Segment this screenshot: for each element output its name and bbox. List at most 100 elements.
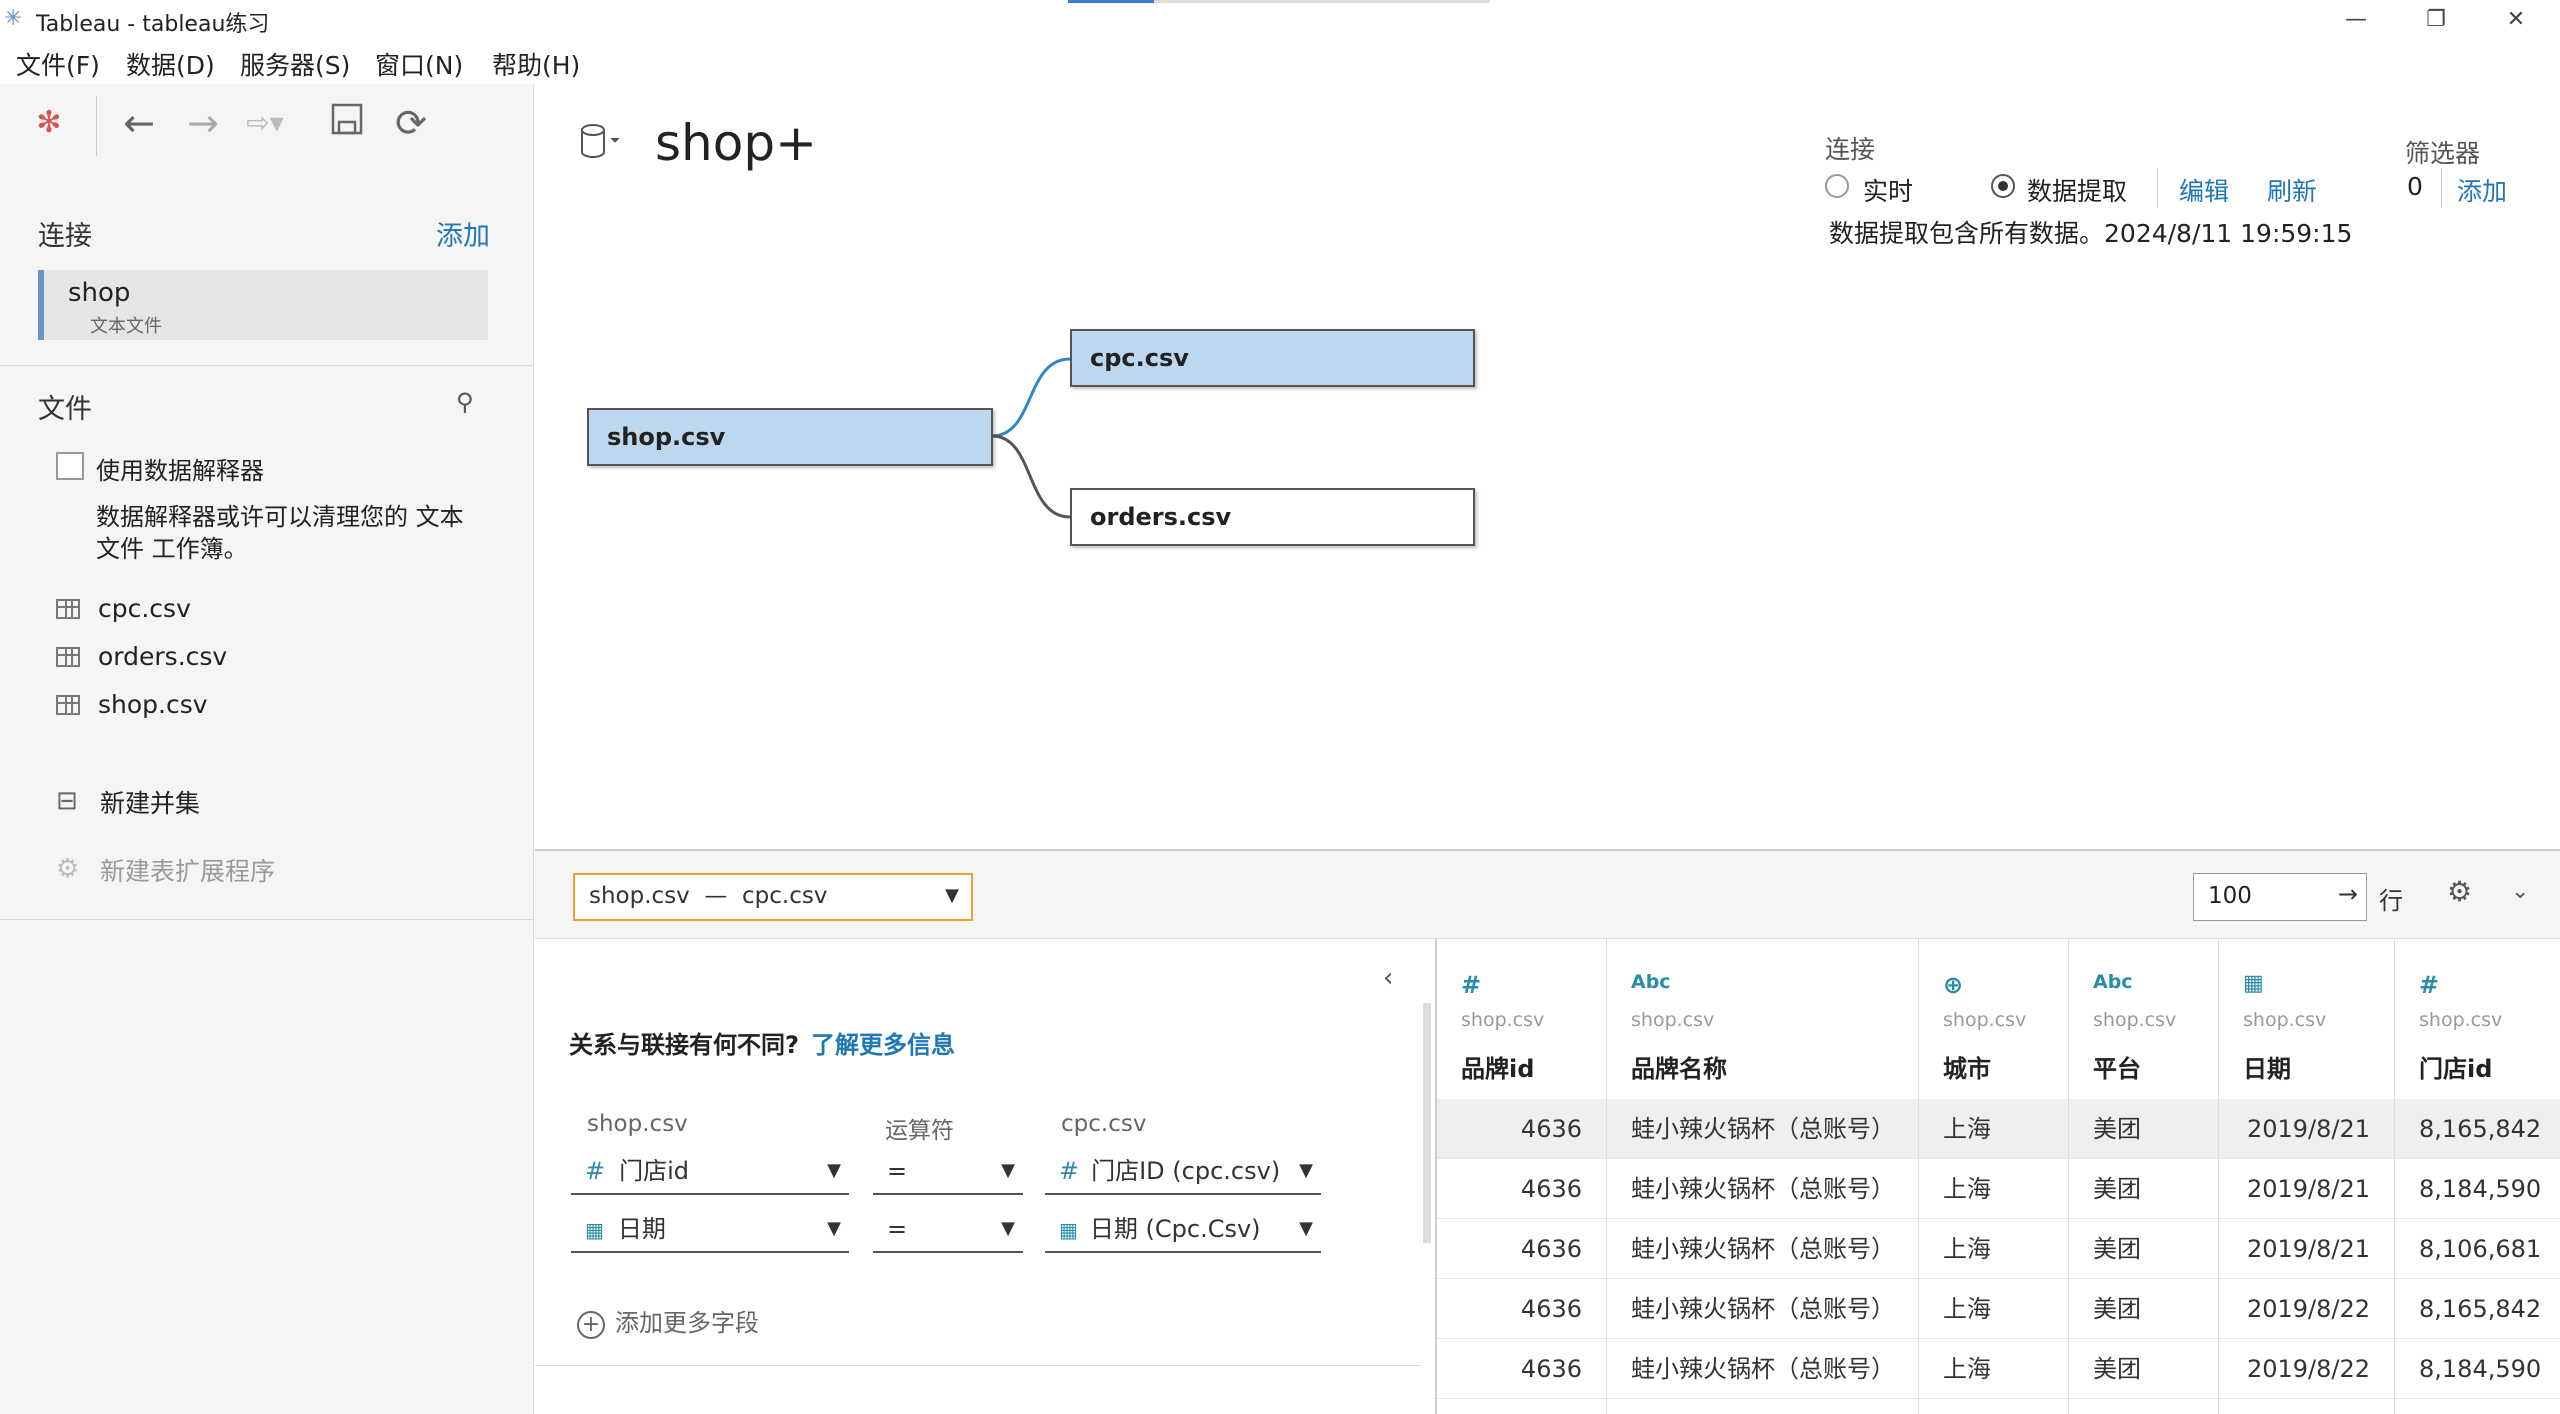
join-right-field[interactable]: # 门店ID (cpc.csv) ▼ <box>1045 1151 1321 1195</box>
join-left-field[interactable]: ▦ 日期 ▼ <box>571 1209 849 1253</box>
new-extension-label: 新建表扩展程序 <box>100 857 276 886</box>
file-label: orders.csv <box>98 642 228 671</box>
file-item-cpc[interactable]: cpc.csv <box>56 594 191 623</box>
menu-file[interactable]: 文件(F) <box>16 46 100 82</box>
union-icon: ⊟ <box>56 786 78 816</box>
string-type-icon: Abc <box>2093 971 2133 993</box>
column-name: 日期 <box>2243 1055 2291 1083</box>
column-name: 城市 <box>1943 1055 1991 1083</box>
add-circle-icon: + <box>577 1311 605 1339</box>
menu-bar: 文件(F) 数据(D) 服务器(S) 窗口(N) 帮助(H) <box>0 40 2560 84</box>
redo-icon[interactable]: → <box>178 98 228 148</box>
close-button[interactable]: ✕ <box>2486 2 2546 38</box>
column-header[interactable]: Abc shop.csv 品牌名称 <box>1607 939 1918 1099</box>
section-divider <box>535 1365 1421 1366</box>
tab-indicator <box>1068 0 1154 3</box>
save-icon[interactable] <box>322 98 372 148</box>
connection-item-shop[interactable]: shop 文本文件 <box>38 270 488 340</box>
field-label: 门店ID (cpc.csv) <box>1091 1157 1281 1185</box>
join-operator[interactable]: = ▼ <box>873 1209 1023 1253</box>
menu-data[interactable]: 数据(D) <box>126 46 215 82</box>
relationship-noodles <box>991 357 1071 519</box>
column-header[interactable]: ▦ shop.csv 日期 <box>2219 939 2394 1099</box>
table-cell: 8,184,590 <box>2395 1159 2560 1219</box>
column-header[interactable]: # shop.csv 品牌id <box>1437 939 1606 1099</box>
table-icon <box>56 599 80 619</box>
learn-more-link[interactable]: 了解更多信息 <box>811 1025 955 1060</box>
column-header[interactable]: # shop.csv 门店id <box>2395 939 2560 1099</box>
operator-label: = <box>887 1157 908 1185</box>
table-icon <box>56 647 80 667</box>
field-label: 门店id <box>619 1157 690 1185</box>
file-label: cpc.csv <box>98 594 191 623</box>
column-header[interactable]: Abc shop.csv 平台 <box>2069 939 2218 1099</box>
interpreter-desc-2: 文件 工作簿。 <box>96 535 248 563</box>
operator-label: = <box>887 1215 908 1243</box>
left-pane: ✻ ← → ⇨▾ ⟳ 连接 添加 shop 文本文件 文件 ⚲ 使用数据解释器 … <box>0 84 534 1414</box>
column-name: 平台 <box>2093 1055 2141 1083</box>
new-union-button[interactable]: ⊟ 新建并集 <box>56 784 200 820</box>
chevron-down-icon: ▼ <box>1299 1160 1313 1181</box>
table-node-cpc[interactable]: cpc.csv <box>1070 329 1475 387</box>
table-node-orders[interactable]: orders.csv <box>1070 488 1475 546</box>
rows-label: 行 <box>2379 887 2403 915</box>
column-name: 品牌名称 <box>1631 1055 1727 1083</box>
chevron-down-icon: ▼ <box>827 1218 841 1239</box>
extension-icon: ⚙ <box>56 854 80 884</box>
calendar-icon: ▦ <box>585 1218 604 1242</box>
relation-bar: shop.csv — cpc.csv ▼ 100 → 行 ⚙ ⌄ <box>535 849 2560 939</box>
join-right-field[interactable]: ▦ 日期 (Cpc.Csv) ▼ <box>1045 1209 1321 1253</box>
table-cell: 蛙小辣火锅杯（总账号） <box>1607 1099 1919 1159</box>
number-type-icon: # <box>2419 971 2440 999</box>
column-header[interactable]: ⊕ shop.csv 城市 <box>1919 939 2068 1099</box>
chevron-down-icon[interactable]: ⌄ <box>2511 879 2529 904</box>
tableau-logo-icon: ✳ <box>4 6 23 31</box>
table-cell: 蛙小辣火锅杯（总账号） <box>1607 1159 1919 1219</box>
chevron-down-icon: ▼ <box>827 1160 841 1181</box>
add-connection-link[interactable]: 添加 <box>436 214 490 253</box>
table-cell: 蛙小辣火锅杯（总账号） <box>1607 1279 1919 1339</box>
scrollbar[interactable] <box>1423 1003 1431 1243</box>
join-left-field[interactable]: # 门店id ▼ <box>571 1151 849 1195</box>
search-icon[interactable]: ⚲ <box>456 388 474 416</box>
new-extension-button[interactable]: ⚙ 新建表扩展程序 <box>56 852 275 888</box>
replay-icon[interactable]: ⇨▾ <box>240 98 290 148</box>
arrow-right-icon[interactable]: → <box>2338 880 2358 908</box>
menu-help[interactable]: 帮助(H) <box>492 46 580 82</box>
rows-input[interactable]: 100 → <box>2193 873 2367 921</box>
table-node-shop[interactable]: shop.csv <box>587 408 993 466</box>
rows-value: 100 <box>2208 883 2252 909</box>
restore-button[interactable]: ❐ <box>2406 2 2466 38</box>
connections-title: 连接 <box>38 221 92 252</box>
table-cell: 美团 <box>2069 1159 2219 1219</box>
calendar-icon: ▦ <box>2243 971 2264 996</box>
gear-icon[interactable]: ⚙ <box>2447 875 2472 908</box>
collapse-icon[interactable]: ‹ <box>1383 963 1393 993</box>
table-cell: 4636 <box>1437 1099 1607 1159</box>
add-more-fields-button[interactable]: + 添加更多字段 <box>577 1303 759 1339</box>
file-item-orders[interactable]: orders.csv <box>56 642 227 671</box>
file-label: shop.csv <box>98 690 208 719</box>
calendar-icon: ▦ <box>1059 1218 1078 1242</box>
number-type-icon: # <box>585 1157 606 1185</box>
field-label: 日期 <box>617 1215 666 1243</box>
table-cell: 4636 <box>1437 1279 1607 1339</box>
relation-select[interactable]: shop.csv — cpc.csv ▼ <box>573 873 973 921</box>
relation-select-value: shop.csv — cpc.csv <box>589 883 828 909</box>
title-bar: ✳ Tableau - tableau练习 — ❐ ✕ <box>0 0 2560 40</box>
refresh-icon[interactable]: ⟳ <box>386 98 436 148</box>
join-operator[interactable]: = ▼ <box>873 1151 1023 1195</box>
interpreter-checkbox[interactable] <box>56 452 84 480</box>
section-divider <box>0 365 534 366</box>
file-item-shop[interactable]: shop.csv <box>56 690 208 719</box>
table-cell: 2019/8/21 <box>2219 1219 2395 1279</box>
menu-window[interactable]: 窗口(N) <box>375 46 463 82</box>
table-cell: 4636 <box>1437 1159 1607 1219</box>
number-type-icon: # <box>1059 1157 1080 1185</box>
table-cell: 上海 <box>1919 1339 2069 1399</box>
menu-server[interactable]: 服务器(S) <box>240 46 350 82</box>
minimize-button[interactable]: — <box>2326 2 2386 38</box>
undo-icon[interactable]: ← <box>114 98 164 148</box>
tableau-home-icon[interactable]: ✻ <box>24 98 74 148</box>
table-cell: 2019/8/22 <box>2219 1279 2395 1339</box>
